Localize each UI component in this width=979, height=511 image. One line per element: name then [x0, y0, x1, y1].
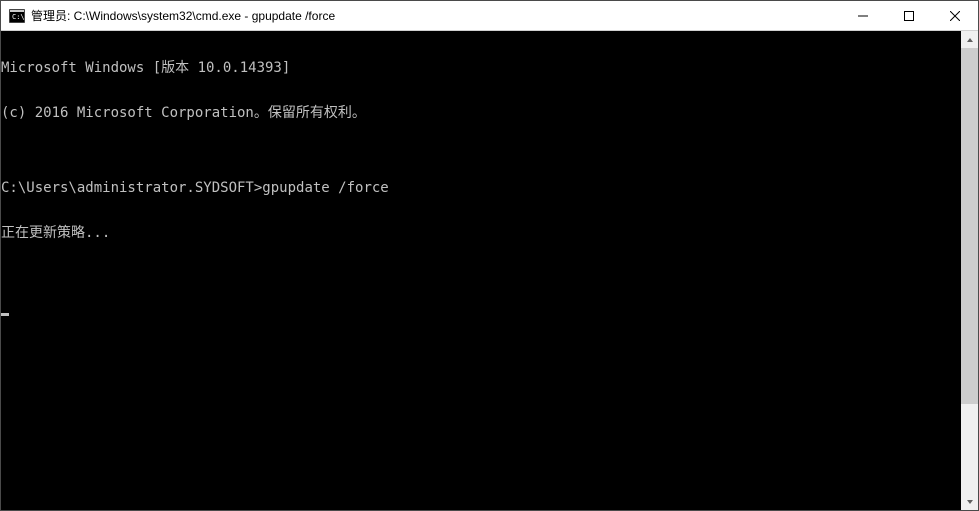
svg-text:C:\: C:\: [12, 13, 25, 21]
window-title: 管理员: C:\Windows\system32\cmd.exe - gpupd…: [31, 7, 840, 24]
maximize-button[interactable]: [886, 1, 932, 30]
vertical-scrollbar[interactable]: [961, 31, 978, 510]
prompt: C:\Users\administrator.SYDSOFT>: [1, 180, 262, 196]
scrollbar-down-button[interactable]: [961, 493, 978, 510]
terminal[interactable]: Microsoft Windows [版本 10.0.14393] (c) 20…: [1, 31, 961, 510]
close-button[interactable]: [932, 1, 978, 30]
command-prompt-window: C:\ 管理员: C:\Windows\system32\cmd.exe - g…: [0, 0, 979, 511]
scrollbar-up-button[interactable]: [961, 31, 978, 48]
minimize-button[interactable]: [840, 1, 886, 30]
terminal-prompt-line: C:\Users\administrator.SYDSOFT>gpupdate …: [1, 181, 961, 196]
terminal-line: Microsoft Windows [版本 10.0.14393]: [1, 61, 961, 76]
scrollbar-thumb[interactable]: [961, 48, 978, 404]
terminal-line: (c) 2016 Microsoft Corporation。保留所有权利。: [1, 106, 961, 121]
terminal-line: 正在更新策略...: [1, 226, 961, 241]
command: gpupdate /force: [262, 180, 388, 196]
scrollbar-track[interactable]: [961, 48, 978, 493]
titlebar[interactable]: C:\ 管理员: C:\Windows\system32\cmd.exe - g…: [1, 1, 978, 31]
cursor: [1, 313, 9, 316]
window-controls: [840, 1, 978, 30]
terminal-container: Microsoft Windows [版本 10.0.14393] (c) 20…: [1, 31, 978, 510]
terminal-cursor-line: [1, 301, 961, 316]
cmd-icon: C:\: [9, 8, 25, 24]
